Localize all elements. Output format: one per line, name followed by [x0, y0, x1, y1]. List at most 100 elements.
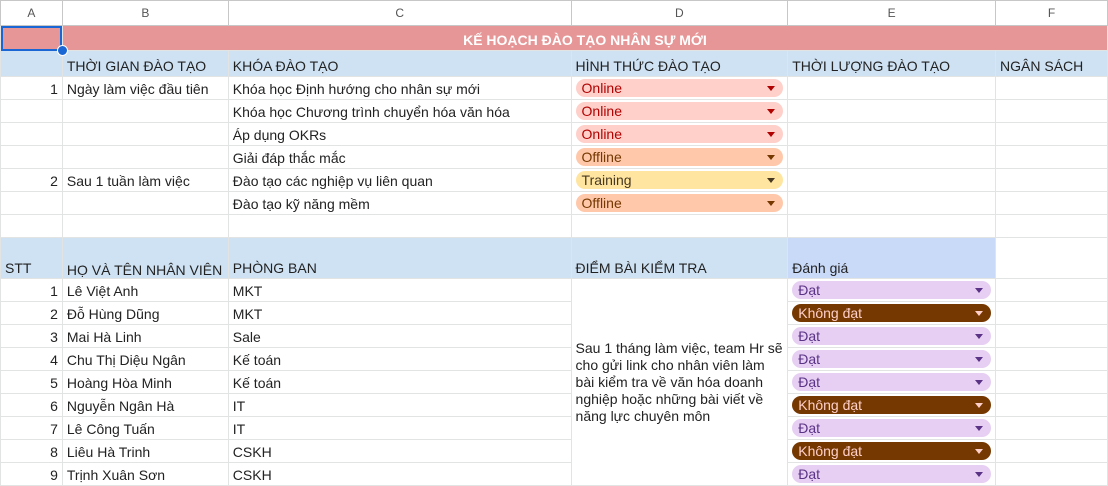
dropdown-chip[interactable]: Không đạt [792, 442, 992, 460]
plan-time[interactable] [61, 99, 229, 123]
dropdown-chip[interactable]: Đạt [792, 373, 992, 391]
staff-name[interactable]: Trịnh Xuân Sơn [61, 462, 229, 486]
staff-name[interactable]: Nguyễn Ngân Hà [61, 393, 229, 417]
dropdown-chip[interactable]: Đạt [792, 350, 992, 368]
plan-time[interactable] [61, 191, 229, 215]
plan-budget[interactable] [995, 122, 1108, 146]
column-header-b[interactable]: B [61, 0, 229, 26]
staff-header-cell[interactable]: HỌ VÀ TÊN NHÂN VIÊN [61, 237, 229, 279]
plan-header-cell[interactable]: THỜI LƯỢNG ĐÀO TẠO [787, 50, 997, 77]
staff-no[interactable]: 2 [0, 301, 63, 325]
staff-name[interactable]: Liêu Hà Trinh [61, 439, 229, 463]
plan-course[interactable]: Đào tạo các nghiệp vụ liên quan [227, 168, 572, 192]
staff-dept[interactable]: CSKH [227, 462, 572, 486]
staff-header-cell[interactable]: ĐIỂM BÀI KIỂM TRA [570, 237, 789, 279]
plan-budget[interactable] [995, 76, 1108, 100]
plan-budget[interactable] [995, 145, 1108, 169]
plan-header-cell[interactable]: KHÓA ĐÀO TẠO [227, 50, 572, 77]
empty-cell[interactable] [995, 370, 1108, 394]
staff-no[interactable]: 9 [0, 462, 63, 486]
staff-dept[interactable]: Sale [227, 324, 572, 348]
evaluation-cell[interactable]: Đạt [787, 462, 997, 486]
staff-no[interactable]: 5 [0, 370, 63, 394]
staff-no[interactable]: 8 [0, 439, 63, 463]
plan-format-cell[interactable]: Online [570, 99, 789, 123]
staff-dept[interactable]: IT [227, 393, 572, 417]
evaluation-cell[interactable]: Không đạt [787, 393, 997, 417]
evaluation-cell[interactable]: Đạt [787, 347, 997, 371]
empty-cell[interactable] [995, 416, 1108, 440]
plan-format-cell[interactable]: Online [570, 76, 789, 100]
evaluation-cell[interactable]: Không đạt [787, 439, 997, 463]
plan-course[interactable]: Khóa học Định hướng cho nhân sự mới [227, 76, 572, 100]
plan-no[interactable] [0, 145, 63, 169]
empty-cell[interactable] [995, 214, 1108, 238]
dropdown-chip[interactable]: Không đạt [792, 396, 992, 414]
dropdown-chip[interactable]: Online [575, 125, 784, 143]
empty-cell[interactable] [0, 214, 63, 238]
plan-no[interactable]: 1 [0, 76, 63, 100]
staff-no[interactable]: 1 [0, 278, 63, 302]
staff-name[interactable]: Đỗ Hùng Dũng [61, 301, 229, 325]
empty-cell[interactable] [995, 278, 1108, 302]
plan-course[interactable]: Áp dụng OKRs [227, 122, 572, 146]
plan-format-cell[interactable]: Offline [570, 145, 789, 169]
staff-name[interactable]: Mai Hà Linh [61, 324, 229, 348]
plan-course[interactable]: Giải đáp thắc mắc [227, 145, 572, 169]
plan-header-cell[interactable] [0, 50, 63, 77]
staff-dept[interactable]: CSKH [227, 439, 572, 463]
column-header-a[interactable]: A [0, 0, 63, 26]
plan-format-cell[interactable]: Online [570, 122, 789, 146]
staff-header-cell[interactable]: STT [0, 237, 63, 279]
staff-name[interactable]: Hoàng Hòa Minh [61, 370, 229, 394]
plan-header-cell[interactable]: NGÂN SÁCH [995, 50, 1108, 77]
plan-budget[interactable] [995, 99, 1108, 123]
plan-budget[interactable] [995, 191, 1108, 215]
dropdown-chip[interactable]: Đạt [792, 419, 992, 437]
staff-name[interactable]: Lê Việt Anh [61, 278, 229, 302]
plan-duration[interactable] [787, 99, 997, 123]
plan-course[interactable]: Đào tạo kỹ năng mềm [227, 191, 572, 215]
staff-no[interactable]: 6 [0, 393, 63, 417]
plan-budget[interactable] [995, 168, 1108, 192]
staff-dept[interactable]: Kế toán [227, 370, 572, 394]
plan-time[interactable] [61, 122, 229, 146]
empty-cell[interactable] [995, 347, 1108, 371]
empty-cell[interactable] [995, 462, 1108, 486]
staff-dept[interactable]: MKT [227, 278, 572, 302]
test-note-cell[interactable]: Sau 1 tháng làm việc, team Hr sẽ cho gửi… [570, 278, 789, 486]
dropdown-chip[interactable]: Offline [575, 148, 784, 166]
plan-no[interactable] [0, 191, 63, 215]
staff-name[interactable]: Chu Thị Diệu Ngân [61, 347, 229, 371]
plan-format-cell[interactable]: Offline [570, 191, 789, 215]
staff-no[interactable]: 4 [0, 347, 63, 371]
staff-no[interactable]: 7 [0, 416, 63, 440]
plan-no[interactable] [0, 122, 63, 146]
plan-time[interactable]: Sau 1 tuần làm việc [61, 168, 229, 192]
empty-cell[interactable] [787, 214, 997, 238]
staff-dept[interactable]: IT [227, 416, 572, 440]
staff-name[interactable]: Lê Công Tuấn [61, 416, 229, 440]
dropdown-chip[interactable]: Không đạt [792, 304, 992, 322]
empty-cell[interactable] [995, 439, 1108, 463]
plan-header-cell[interactable]: THỜI GIAN ĐÀO TẠO [61, 50, 229, 77]
staff-header-cell[interactable]: PHÒNG BAN [227, 237, 572, 279]
plan-course[interactable]: Khóa học Chương trình chuyển hóa văn hóa [227, 99, 572, 123]
plan-format-cell[interactable]: Training [570, 168, 789, 192]
empty-cell[interactable] [570, 214, 789, 238]
dropdown-chip[interactable]: Online [575, 102, 784, 120]
staff-header-cell[interactable]: Đánh giá [787, 237, 997, 279]
staff-dept[interactable]: Kế toán [227, 347, 572, 371]
plan-time[interactable]: Ngày làm việc đầu tiên [61, 76, 229, 100]
dropdown-chip[interactable]: Đạt [792, 327, 992, 345]
plan-time[interactable] [61, 145, 229, 169]
empty-cell[interactable] [995, 393, 1108, 417]
column-header-c[interactable]: C [227, 0, 572, 26]
dropdown-chip[interactable]: Training [575, 171, 784, 189]
fill-handle[interactable] [56, 45, 68, 56]
plan-duration[interactable] [787, 145, 997, 169]
column-header-d[interactable]: D [570, 0, 789, 26]
empty-cell[interactable] [995, 324, 1108, 348]
plan-header-cell[interactable]: HÌNH THỨC ĐÀO TẠO [570, 50, 789, 77]
dropdown-chip[interactable]: Offline [575, 194, 784, 212]
